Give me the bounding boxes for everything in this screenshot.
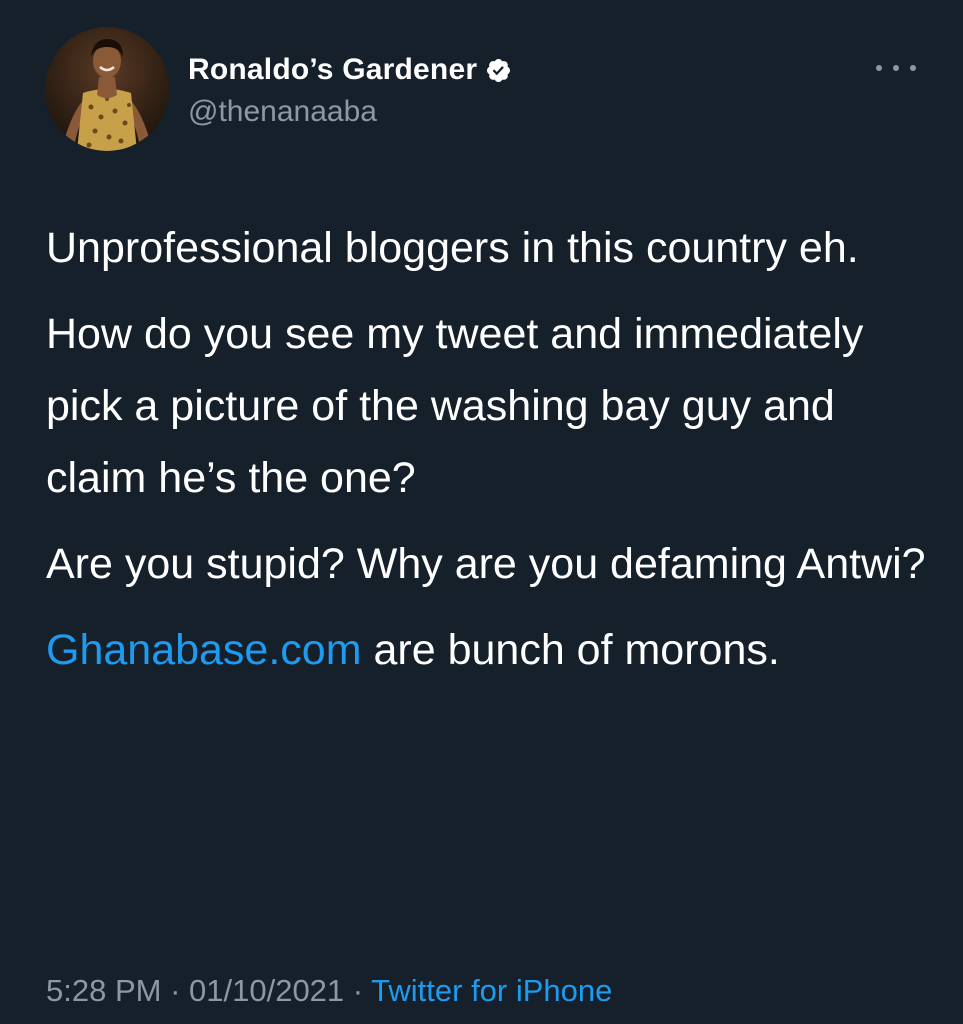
dot	[910, 65, 916, 71]
profile-photo-icon	[45, 27, 169, 151]
tweet-metadata: 5:28 PM · 01/10/2021 · Twitter for iPhon…	[46, 973, 612, 1009]
tweet-text: Unprofessional bloggers in this country …	[46, 212, 926, 700]
tweet-paragraph-last: Ghanabase.com are bunch of morons.	[46, 614, 926, 686]
tweet-paragraph: Unprofessional bloggers in this country …	[46, 224, 859, 272]
verified-badge-icon	[485, 57, 512, 84]
tweet-paragraph: How do you see my tweet and immediately …	[46, 310, 864, 502]
tweet-paragraph: Are you stupid? Why are you defaming Ant…	[46, 540, 926, 588]
tweet-text-rest: are bunch of morons.	[361, 626, 780, 674]
dot	[893, 65, 899, 71]
author-display-name[interactable]: Ronaldo’s Gardener	[188, 53, 477, 87]
avatar[interactable]	[45, 27, 169, 151]
tweet: Ronaldo’s Gardener @thenanaaba Unprofess…	[0, 0, 963, 1024]
more-dots-icon[interactable]	[876, 58, 916, 78]
tweet-date[interactable]: 01/10/2021	[189, 973, 344, 1008]
author-name-row[interactable]: Ronaldo’s Gardener	[188, 50, 512, 90]
tweet-time[interactable]: 5:28 PM	[46, 973, 161, 1008]
tweet-source-link[interactable]: Twitter for iPhone	[371, 973, 612, 1008]
separator: ·	[344, 973, 372, 1008]
separator: ·	[161, 973, 190, 1008]
dot	[876, 65, 882, 71]
author-handle[interactable]: @thenanaaba	[188, 95, 377, 129]
ghanabase-link[interactable]: Ghanabase.com	[46, 626, 362, 674]
